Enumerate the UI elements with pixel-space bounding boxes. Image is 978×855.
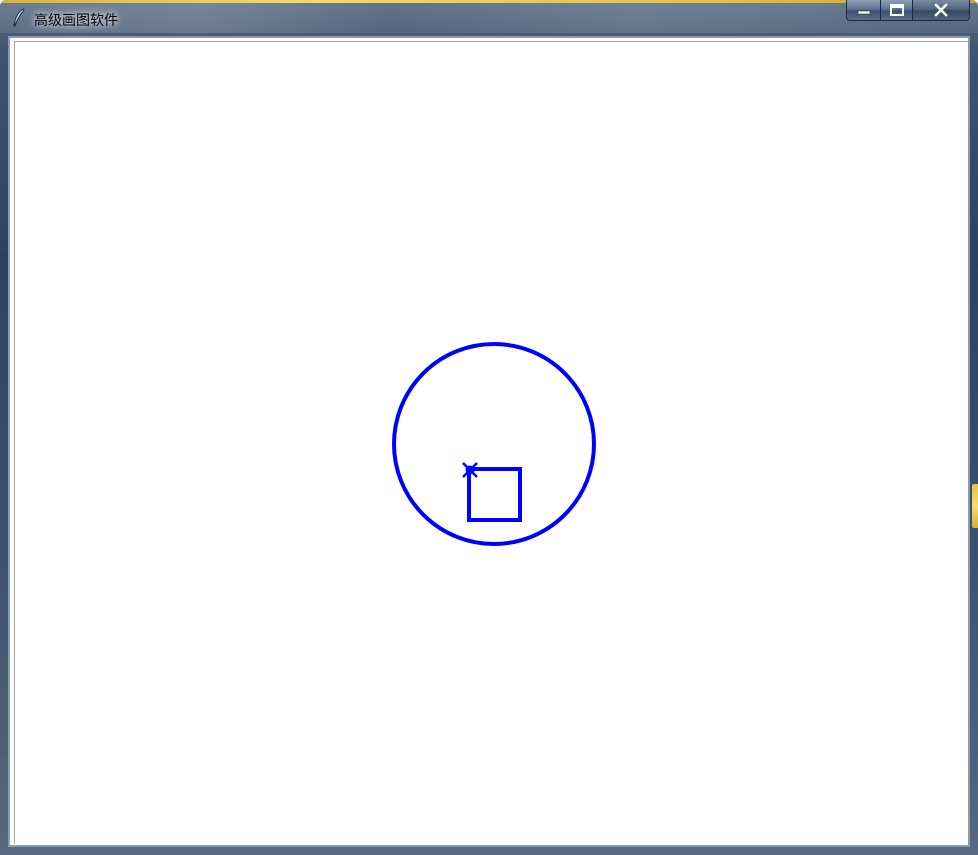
canvas-drawing xyxy=(392,342,596,546)
drawn-circle xyxy=(392,342,596,546)
title-bar[interactable]: 高级画图软件 xyxy=(0,3,978,33)
caption-buttons xyxy=(846,0,970,22)
minimize-button[interactable] xyxy=(846,0,880,21)
feather-pen-icon xyxy=(13,8,25,27)
maximize-icon xyxy=(889,4,904,16)
window-title: 高级画图软件 xyxy=(34,13,118,29)
close-icon xyxy=(934,3,948,17)
app-window: 高级画图软件 xyxy=(0,0,978,855)
drawing-canvas[interactable] xyxy=(14,41,968,844)
close-button[interactable] xyxy=(912,0,970,21)
minimize-icon xyxy=(857,10,870,15)
client-area xyxy=(8,36,970,847)
window-edge-accent xyxy=(972,484,978,528)
maximize-button[interactable] xyxy=(880,0,912,21)
